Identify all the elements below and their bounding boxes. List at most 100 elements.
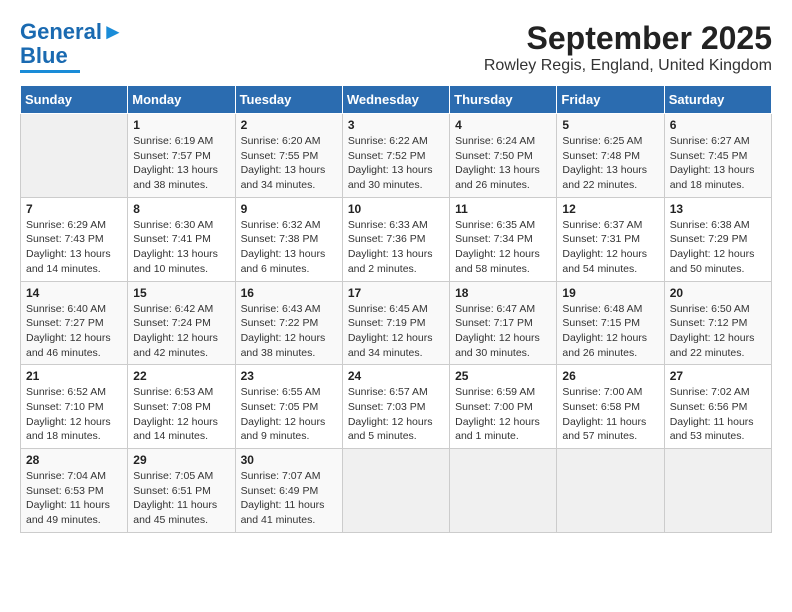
calendar-week-2: 7Sunrise: 6:29 AMSunset: 7:43 PMDaylight… [21,197,772,281]
day-info: Sunrise: 6:33 AMSunset: 7:36 PMDaylight:… [348,218,444,277]
day-number: 2 [241,118,337,132]
calendar-table: SundayMondayTuesdayWednesdayThursdayFrid… [20,85,772,533]
logo: General► Blue [20,20,124,73]
day-number: 18 [455,286,551,300]
day-number: 19 [562,286,658,300]
day-header-thursday: Thursday [450,86,557,114]
day-info: Sunrise: 6:22 AMSunset: 7:52 PMDaylight:… [348,134,444,193]
day-info: Sunrise: 6:45 AMSunset: 7:19 PMDaylight:… [348,302,444,361]
calendar-week-1: 1Sunrise: 6:19 AMSunset: 7:57 PMDaylight… [21,114,772,198]
day-info: Sunrise: 6:40 AMSunset: 7:27 PMDaylight:… [26,302,122,361]
day-info: Sunrise: 7:05 AMSunset: 6:51 PMDaylight:… [133,469,229,528]
calendar-cell: 11 Sunrise: 6:35 AMSunset: 7:34 PMDayligh… [450,197,557,281]
day-info: Sunrise: 7:02 AMSunset: 6:56 PMDaylight:… [670,385,766,444]
day-number: 22 [133,369,229,383]
day-info: Sunrise: 6:35 AMSunset: 7:34 PMDaylight:… [455,218,551,277]
calendar-cell: 19 Sunrise: 6:48 AMSunset: 7:15 PMDayligh… [557,281,664,365]
day-info: Sunrise: 6:32 AMSunset: 7:38 PMDaylight:… [241,218,337,277]
calendar-cell [557,449,664,533]
day-info: Sunrise: 6:20 AMSunset: 7:55 PMDaylight:… [241,134,337,193]
day-number: 12 [562,202,658,216]
calendar-cell [450,449,557,533]
day-header-saturday: Saturday [664,86,771,114]
calendar-week-5: 28 Sunrise: 7:04 AMSunset: 6:53 PMDayligh… [21,449,772,533]
calendar-cell: 25 Sunrise: 6:59 AMSunset: 7:00 PMDayligh… [450,365,557,449]
calendar-cell: 15Sunrise: 6:42 AMSunset: 7:24 PMDayligh… [128,281,235,365]
calendar-cell: 30 Sunrise: 7:07 AMSunset: 6:49 PMDayligh… [235,449,342,533]
day-number: 20 [670,286,766,300]
calendar-cell: 1Sunrise: 6:19 AMSunset: 7:57 PMDaylight… [128,114,235,198]
day-number: 25 [455,369,551,383]
calendar-week-4: 21Sunrise: 6:52 AMSunset: 7:10 PMDayligh… [21,365,772,449]
day-number: 11 [455,202,551,216]
day-info: Sunrise: 6:50 AMSunset: 7:12 PMDaylight:… [670,302,766,361]
day-number: 21 [26,369,122,383]
calendar-week-3: 14 Sunrise: 6:40 AMSunset: 7:27 PMDayligh… [21,281,772,365]
day-number: 1 [133,118,229,132]
calendar-cell [21,114,128,198]
location-subtitle: Rowley Regis, England, United Kingdom [484,57,772,75]
day-info: Sunrise: 6:55 AMSunset: 7:05 PMDaylight:… [241,385,337,444]
calendar-cell [664,449,771,533]
day-number: 6 [670,118,766,132]
calendar-cell: 9 Sunrise: 6:32 AMSunset: 7:38 PMDaylight… [235,197,342,281]
calendar-cell: 23 Sunrise: 6:55 AMSunset: 7:05 PMDayligh… [235,365,342,449]
calendar-cell: 27 Sunrise: 7:02 AMSunset: 6:56 PMDayligh… [664,365,771,449]
calendar-header-row: SundayMondayTuesdayWednesdayThursdayFrid… [21,86,772,114]
day-info: Sunrise: 6:53 AMSunset: 7:08 PMDaylight:… [133,385,229,444]
title-block: September 2025 Rowley Regis, England, Un… [484,20,772,75]
day-info: Sunrise: 6:48 AMSunset: 7:15 PMDaylight:… [562,302,658,361]
day-number: 28 [26,453,122,467]
day-number: 8 [133,202,229,216]
day-info: Sunrise: 7:07 AMSunset: 6:49 PMDaylight:… [241,469,337,528]
day-info: Sunrise: 6:37 AMSunset: 7:31 PMDaylight:… [562,218,658,277]
day-info: Sunrise: 6:27 AMSunset: 7:45 PMDaylight:… [670,134,766,193]
day-info: Sunrise: 6:43 AMSunset: 7:22 PMDaylight:… [241,302,337,361]
day-number: 27 [670,369,766,383]
calendar-cell: 6 Sunrise: 6:27 AMSunset: 7:45 PMDaylight… [664,114,771,198]
day-number: 5 [562,118,658,132]
month-title: September 2025 [484,20,772,57]
day-info: Sunrise: 6:29 AMSunset: 7:43 PMDaylight:… [26,218,122,277]
day-info: Sunrise: 6:42 AMSunset: 7:24 PMDaylight:… [133,302,229,361]
day-number: 17 [348,286,444,300]
day-number: 29 [133,453,229,467]
day-number: 9 [241,202,337,216]
day-number: 14 [26,286,122,300]
day-number: 10 [348,202,444,216]
day-info: Sunrise: 6:47 AMSunset: 7:17 PMDaylight:… [455,302,551,361]
calendar-cell: 4 Sunrise: 6:24 AMSunset: 7:50 PMDaylight… [450,114,557,198]
day-info: Sunrise: 6:59 AMSunset: 7:00 PMDaylight:… [455,385,551,444]
calendar-cell: 2 Sunrise: 6:20 AMSunset: 7:55 PMDaylight… [235,114,342,198]
day-header-tuesday: Tuesday [235,86,342,114]
day-number: 13 [670,202,766,216]
day-number: 16 [241,286,337,300]
page-header: General► Blue September 2025 Rowley Regi… [20,20,772,75]
day-header-sunday: Sunday [21,86,128,114]
day-header-monday: Monday [128,86,235,114]
calendar-cell: 28 Sunrise: 7:04 AMSunset: 6:53 PMDayligh… [21,449,128,533]
calendar-cell: 29 Sunrise: 7:05 AMSunset: 6:51 PMDayligh… [128,449,235,533]
calendar-cell: 7Sunrise: 6:29 AMSunset: 7:43 PMDaylight… [21,197,128,281]
day-number: 24 [348,369,444,383]
calendar-cell: 16 Sunrise: 6:43 AMSunset: 7:22 PMDayligh… [235,281,342,365]
day-info: Sunrise: 6:24 AMSunset: 7:50 PMDaylight:… [455,134,551,193]
calendar-cell: 18 Sunrise: 6:47 AMSunset: 7:17 PMDayligh… [450,281,557,365]
calendar-cell: 10 Sunrise: 6:33 AMSunset: 7:36 PMDayligh… [342,197,449,281]
day-info: Sunrise: 7:00 AMSunset: 6:58 PMDaylight:… [562,385,658,444]
calendar-cell: 22 Sunrise: 6:53 AMSunset: 7:08 PMDayligh… [128,365,235,449]
day-header-wednesday: Wednesday [342,86,449,114]
day-number: 3 [348,118,444,132]
calendar-cell: 20 Sunrise: 6:50 AMSunset: 7:12 PMDayligh… [664,281,771,365]
calendar-cell: 3 Sunrise: 6:22 AMSunset: 7:52 PMDaylight… [342,114,449,198]
calendar-cell: 17 Sunrise: 6:45 AMSunset: 7:19 PMDayligh… [342,281,449,365]
logo-text: General► Blue [20,20,124,68]
day-info: Sunrise: 6:25 AMSunset: 7:48 PMDaylight:… [562,134,658,193]
day-number: 30 [241,453,337,467]
logo-underline [20,70,80,73]
calendar-cell: 5 Sunrise: 6:25 AMSunset: 7:48 PMDaylight… [557,114,664,198]
day-info: Sunrise: 7:04 AMSunset: 6:53 PMDaylight:… [26,469,122,528]
calendar-cell: 12 Sunrise: 6:37 AMSunset: 7:31 PMDayligh… [557,197,664,281]
day-number: 23 [241,369,337,383]
day-number: 4 [455,118,551,132]
